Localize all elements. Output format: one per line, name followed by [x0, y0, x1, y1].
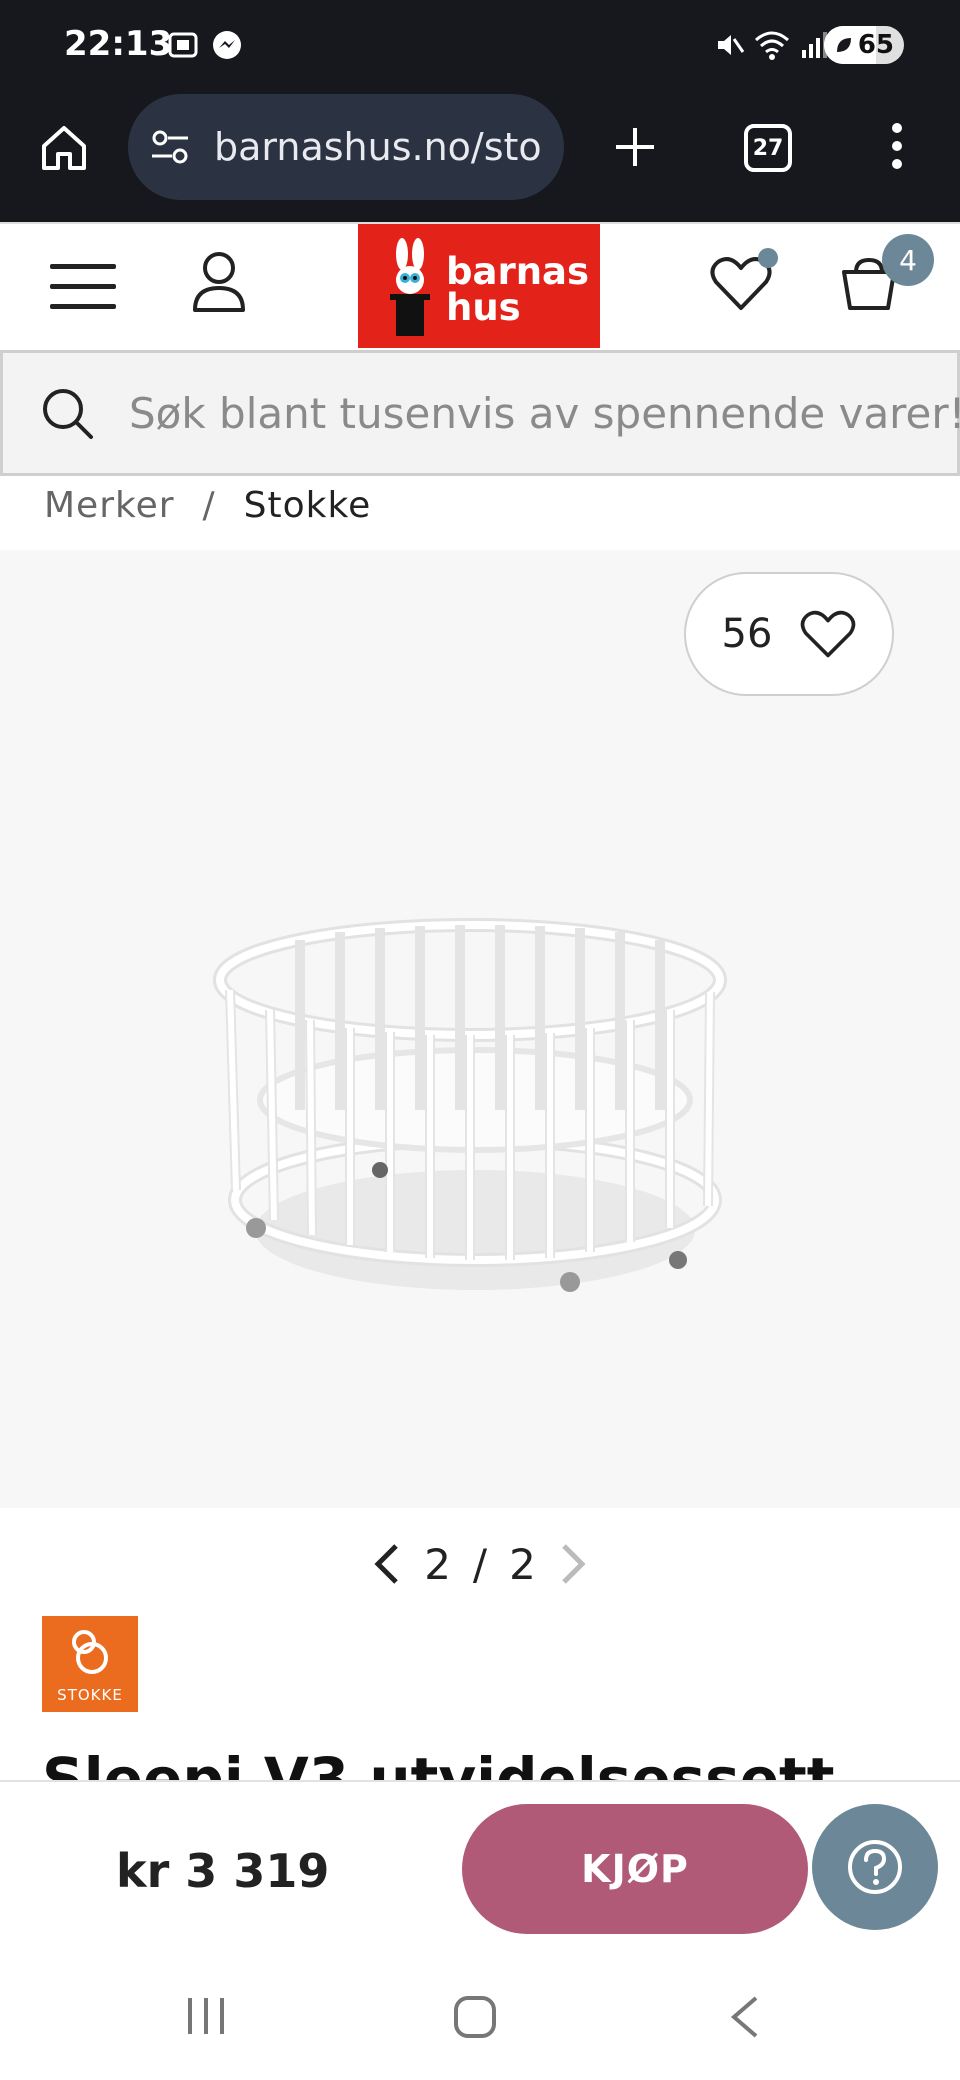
- product-image-gallery[interactable]: 56: [0, 550, 960, 1508]
- wifi-icon: [755, 31, 789, 60]
- heart-icon: [801, 610, 856, 658]
- chevron-right-icon[interactable]: [558, 1542, 588, 1586]
- hamburger-menu-icon[interactable]: [48, 260, 118, 312]
- url-bar[interactable]: barnashus.no/sto: [128, 94, 564, 200]
- breadcrumb-separator: /: [202, 484, 216, 526]
- battery-saver-icon: [837, 38, 851, 52]
- favorite-button[interactable]: 56: [684, 572, 894, 696]
- status-time: 22:13: [64, 24, 173, 64]
- back-nav-icon[interactable]: [726, 1994, 762, 2040]
- tab-switcher-button[interactable]: 27: [744, 124, 792, 172]
- buy-button[interactable]: KJØP: [462, 1804, 808, 1934]
- recent-apps-icon[interactable]: [184, 1994, 228, 2038]
- product-price: kr 3 319: [116, 1844, 330, 1898]
- home-nav-icon[interactable]: [452, 1994, 498, 2040]
- battery-icon: 65: [824, 26, 904, 64]
- pager-separator: /: [472, 1539, 488, 1589]
- logo-text-line2: hus: [446, 286, 521, 329]
- search-input[interactable]: Søk blant tusenvis av spennende varer!: [0, 350, 960, 476]
- bunny-hat-icon: [390, 238, 430, 336]
- screenshot-icon: [168, 32, 198, 58]
- search-placeholder: Søk blant tusenvis av spennende varer!: [129, 388, 960, 438]
- purchase-bar: kr 3 319 KJØP: [0, 1780, 960, 1960]
- product-image-crib: [213, 918, 727, 1292]
- new-tab-icon[interactable]: [612, 124, 658, 170]
- url-text: barnashus.no/sto: [214, 125, 542, 169]
- site-settings-icon[interactable]: [148, 125, 192, 169]
- breadcrumb-item-merker[interactable]: Merker: [44, 485, 175, 526]
- cart-count-badge: 4: [882, 234, 934, 286]
- help-icon: [848, 1840, 902, 1894]
- brand-logo[interactable]: STOKKE: [42, 1616, 138, 1712]
- battery-level: 65: [857, 30, 894, 60]
- home-icon[interactable]: [38, 122, 90, 174]
- messenger-icon: [213, 31, 241, 59]
- site-logo[interactable]: barnas hus: [358, 224, 600, 348]
- search-icon: [43, 389, 93, 439]
- breadcrumb: Merker / Stokke: [44, 480, 371, 530]
- browser-toolbar: barnashus.no/sto 27: [0, 92, 960, 222]
- pager-current: 2: [424, 1539, 451, 1589]
- brand-name: STOKKE: [57, 1686, 123, 1704]
- chevron-left-icon[interactable]: [372, 1542, 402, 1586]
- wishlist-indicator-dot: [758, 248, 778, 268]
- status-bar: 22:13 65: [0, 0, 960, 92]
- stokke-logo-icon: [72, 1630, 108, 1674]
- breadcrumb-item-stokke[interactable]: Stokke: [244, 485, 372, 526]
- account-icon[interactable]: [190, 248, 248, 314]
- product-title: Sleepi V3 utvidelsessett: [42, 1745, 835, 1782]
- gallery-pager: 2 / 2: [0, 1538, 960, 1590]
- mute-icon: [718, 35, 745, 55]
- help-button[interactable]: [812, 1804, 938, 1930]
- system-nav-bar: [0, 1960, 960, 2080]
- pager-total: 2: [509, 1539, 536, 1589]
- more-menu-icon[interactable]: [880, 120, 914, 172]
- site-header: barnas hus 4: [0, 222, 960, 348]
- favorite-count: 56: [721, 611, 773, 657]
